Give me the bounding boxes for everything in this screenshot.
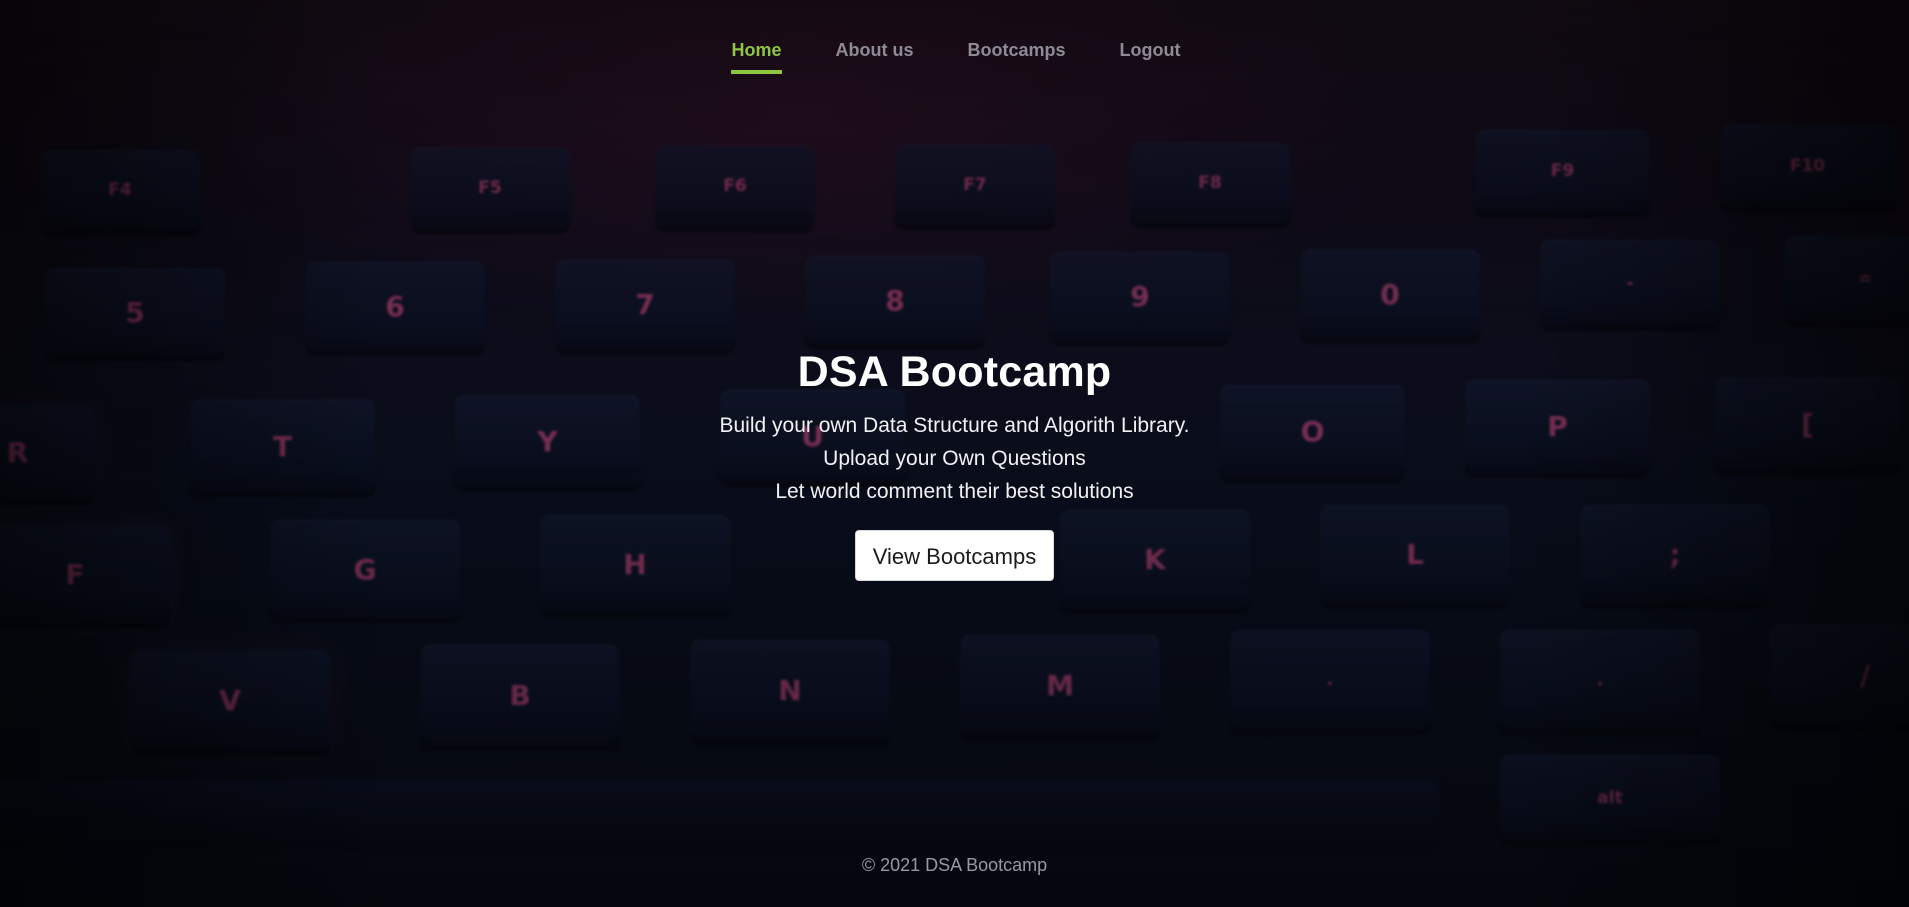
top-nav: Home About us Bootcamps Logout [0,40,1909,74]
key: N [690,640,890,740]
key: F9 [1475,130,1650,212]
key: F10 [1720,125,1895,207]
spacebar [0,780,1440,850]
key: / [1770,625,1909,725]
hero-line-3: Let world comment their best solutions [775,480,1134,503]
view-bootcamps-button[interactable]: View Bootcamps [854,530,1055,581]
key: alt [1500,755,1720,840]
key: 7 [555,260,735,348]
nav-bootcamps[interactable]: Bootcamps [968,40,1066,74]
key: M [960,635,1160,735]
key: F4 [40,150,200,230]
key: F6 [655,146,815,226]
footer: © 2021 DSA Bootcamp [0,855,1909,876]
key: F7 [895,145,1055,225]
key: . [1500,630,1700,730]
nav-about-us[interactable]: About us [836,40,914,74]
copyright-text: © 2021 DSA Bootcamp [861,855,1048,875]
key: F5 [410,148,570,228]
hero-line-2: Upload your Own Questions [823,447,1086,470]
nav-links: Home About us Bootcamps Logout [731,40,1181,74]
key: . [1230,630,1430,730]
page: F4 F5 F6 F7 F8 F9 F10 5 6 7 8 9 0 - = R … [0,0,1909,907]
key: F8 [1130,143,1290,223]
key: 9 [1050,252,1230,340]
hero-line-1: Build your own Data Structure and Algori… [719,414,1190,437]
key: = [1785,236,1909,321]
key: - [1540,240,1720,325]
key: 8 [805,256,985,344]
key: 6 [305,262,485,350]
key: 5 [45,268,225,356]
nav-logout[interactable]: Logout [1120,40,1181,74]
key: V [130,650,330,750]
hero-title: DSA Bootcamp [797,348,1112,396]
key: 0 [1300,250,1480,338]
key: B [420,645,620,745]
nav-home[interactable]: Home [731,40,782,74]
hero-section: DSA Bootcamp Build your own Data Structu… [0,348,1909,581]
